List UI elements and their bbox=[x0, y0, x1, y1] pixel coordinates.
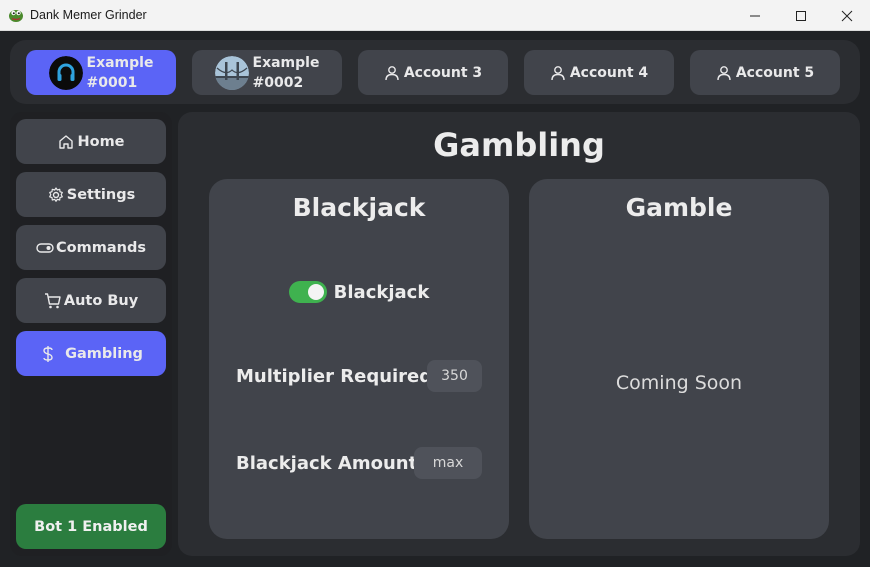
close-icon bbox=[841, 10, 853, 21]
blackjack-toggle[interactable] bbox=[288, 281, 327, 303]
cart-icon bbox=[44, 292, 61, 308]
maximize-button[interactable] bbox=[778, 0, 824, 31]
blackjack-card-title: Blackjack bbox=[292, 193, 426, 222]
account-name: Example bbox=[252, 54, 320, 71]
user-icon bbox=[551, 65, 565, 80]
dollar-icon bbox=[43, 345, 53, 362]
account-tab-5[interactable]: Account 5 bbox=[690, 50, 840, 95]
account-tag: #0002 bbox=[252, 74, 304, 91]
blackjack-toggle-label: Blackjack bbox=[333, 281, 430, 303]
sidebar-item-commands[interactable]: Commands bbox=[16, 225, 166, 270]
gear-icon bbox=[48, 186, 63, 202]
bot-enabled-button[interactable]: Bot 1 Enabled bbox=[16, 504, 166, 549]
account-label: Account 5 bbox=[735, 64, 815, 81]
gamble-card-title: Gamble bbox=[625, 193, 733, 222]
headphones-avatar bbox=[48, 55, 83, 90]
toggle-icon bbox=[36, 242, 54, 253]
maximize-icon bbox=[796, 10, 806, 21]
account-bar: Example #0001 Example #0002 Account 3 Ac… bbox=[10, 40, 860, 104]
user-icon bbox=[717, 65, 731, 80]
sidebar-item-gambling[interactable]: Gambling bbox=[16, 331, 166, 376]
blackjack-toggle-row: Blackjack bbox=[209, 281, 509, 303]
minimize-button[interactable] bbox=[732, 0, 778, 31]
home-icon bbox=[59, 134, 74, 149]
sidebar-item-label: Home bbox=[77, 133, 125, 150]
account-label: Account 3 bbox=[403, 64, 483, 81]
sidebar-item-label: Auto Buy bbox=[63, 292, 139, 309]
bridge-avatar bbox=[214, 55, 249, 90]
gamble-card: Gamble Coming Soon bbox=[529, 179, 829, 539]
blackjack-amount-input[interactable] bbox=[414, 447, 482, 479]
account-tag: #0001 bbox=[86, 74, 138, 91]
account-tab-4[interactable]: Account 4 bbox=[524, 50, 674, 95]
main-panel: Gambling Blackjack Blackjack Multiplier … bbox=[178, 112, 860, 556]
sidebar-item-settings[interactable]: Settings bbox=[16, 172, 166, 217]
sidebar-item-label: Gambling bbox=[65, 345, 143, 362]
sidebar-item-auto-buy[interactable]: Auto Buy bbox=[16, 278, 166, 323]
sidebar-item-home[interactable]: Home bbox=[16, 119, 166, 164]
blackjack-card: Blackjack Blackjack Multiplier Required … bbox=[209, 179, 509, 539]
title-bar: Dank Memer Grinder bbox=[0, 0, 870, 31]
blackjack-amount-label: Blackjack Amount bbox=[236, 453, 418, 474]
window-title: Dank Memer Grinder bbox=[30, 8, 147, 22]
pepe-app-icon bbox=[9, 10, 23, 22]
page-title: Gambling bbox=[433, 126, 605, 164]
multiplier-input[interactable] bbox=[427, 360, 482, 392]
multiplier-label: Multiplier Required bbox=[236, 366, 433, 387]
account-label: Account 4 bbox=[569, 64, 649, 81]
account-name: Example bbox=[86, 54, 154, 71]
coming-soon-text: Coming Soon bbox=[615, 372, 743, 394]
user-icon bbox=[385, 65, 399, 80]
sidebar-item-label: Settings bbox=[66, 186, 136, 203]
sidebar: Home Settings Commands Auto Buy Gambling… bbox=[10, 112, 172, 556]
account-tab-1[interactable]: Example #0001 bbox=[26, 50, 176, 95]
sidebar-item-label: Commands bbox=[56, 239, 146, 256]
account-tab-3[interactable]: Account 3 bbox=[358, 50, 508, 95]
close-button[interactable] bbox=[824, 0, 870, 31]
account-tab-2[interactable]: Example #0002 bbox=[192, 50, 342, 95]
minimize-icon bbox=[750, 15, 760, 16]
